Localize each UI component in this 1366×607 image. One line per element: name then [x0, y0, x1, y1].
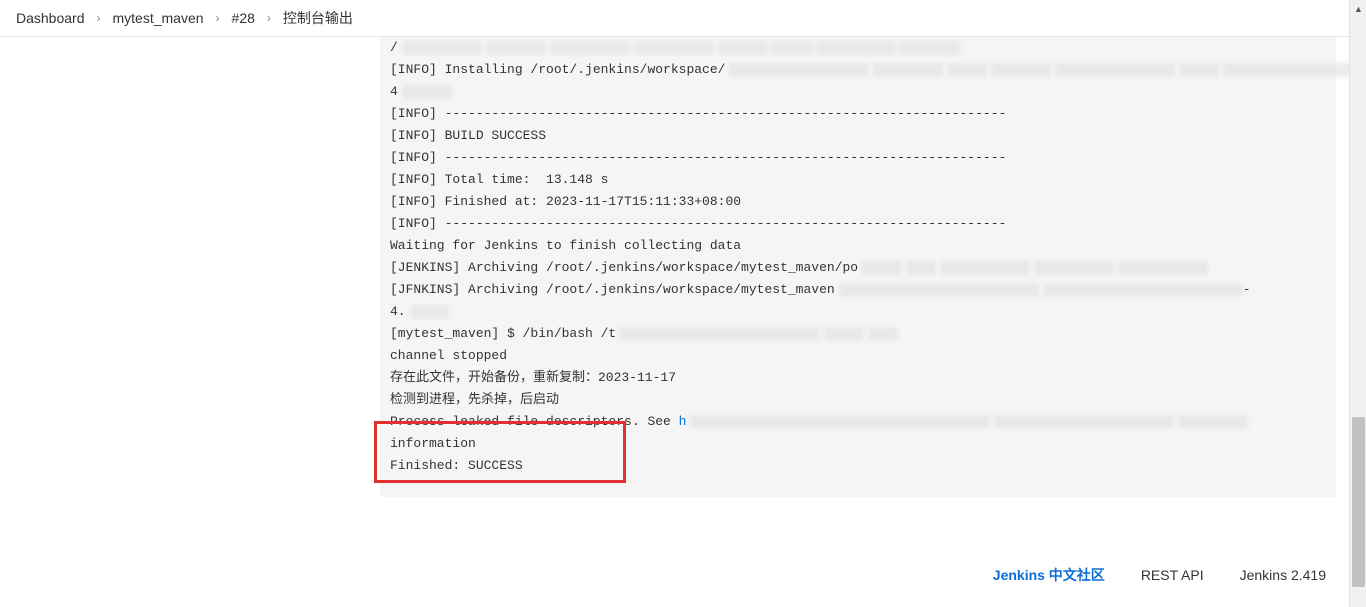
scrollbar-vertical[interactable]: ▲ — [1349, 0, 1366, 607]
breadcrumb-page: 控制台输出 — [283, 8, 353, 28]
chevron-right-icon: › — [216, 11, 220, 25]
console-line: [mytest_maven] $ /bin/bash /t — [390, 323, 1326, 345]
chevron-right-icon: › — [267, 11, 271, 25]
console-line: [INFO] Total time: 13.148 s — [390, 169, 1326, 191]
console-line: [INFO] ---------------------------------… — [390, 103, 1326, 125]
link-fragment[interactable]: h — [679, 414, 687, 429]
redacted-segment — [991, 63, 1051, 77]
redacted-segment — [994, 415, 1174, 429]
redacted-segment — [634, 41, 714, 55]
redacted-segment — [1055, 63, 1175, 77]
redacted-segment — [550, 41, 630, 55]
redacted-segment — [906, 261, 936, 275]
console-line: [INFO] ---------------------------------… — [390, 213, 1326, 235]
redacted-segment — [900, 41, 960, 55]
console-line: Finished: SUCCESS — [390, 455, 1326, 477]
redacted-segment — [839, 283, 1039, 297]
console-line: 4 — [390, 81, 1326, 103]
redacted-segment — [947, 63, 987, 77]
console-line: channel stopped — [390, 345, 1326, 367]
console-line: 存在此文件，开始备份，重新复制：2023-11-17 — [390, 367, 1326, 389]
redacted-segment — [862, 261, 902, 275]
footer-version: Jenkins 2.419 — [1240, 567, 1326, 583]
redacted-segment — [772, 41, 812, 55]
scrollbar-up-icon[interactable]: ▲ — [1350, 0, 1366, 17]
redacted-segment — [1179, 63, 1219, 77]
console-line: / — [390, 37, 1326, 59]
console-line: [INFO] Installing /root/.jenkins/workspa… — [390, 59, 1326, 81]
redacted-segment — [940, 261, 1030, 275]
footer-link-restapi[interactable]: REST API — [1141, 567, 1204, 583]
redacted-segment — [816, 41, 896, 55]
redacted-segment — [1178, 415, 1248, 429]
redacted-segment — [620, 327, 820, 341]
console-line: [JFNKINS] Archiving /root/.jenkins/works… — [390, 279, 1326, 301]
console-line: [JENKINS] Archiving /root/.jenkins/works… — [390, 257, 1326, 279]
redacted-segment — [402, 85, 452, 99]
console-line: Process leaked file descriptors. See h — [390, 411, 1326, 433]
redacted-segment — [1034, 261, 1114, 275]
redacted-segment — [1118, 261, 1208, 275]
redacted-segment — [1043, 283, 1243, 297]
console-line: 检测到进程，先杀掉，后启动 — [390, 389, 1326, 411]
breadcrumb-dashboard[interactable]: Dashboard — [16, 10, 85, 26]
redacted-segment — [486, 41, 546, 55]
console-line: Waiting for Jenkins to finish collecting… — [390, 235, 1326, 257]
footer-link-community[interactable]: Jenkins 中文社区 — [993, 565, 1105, 585]
redacted-segment — [729, 63, 869, 77]
console-line: [INFO] Finished at: 2023-11-17T15:11:33+… — [390, 191, 1326, 213]
breadcrumb: Dashboard › mytest_maven › #28 › 控制台输出 — [0, 0, 1366, 37]
console-line: 4. — [390, 301, 1326, 323]
console-line: [INFO] ---------------------------------… — [390, 147, 1326, 169]
redacted-segment — [873, 63, 943, 77]
breadcrumb-project[interactable]: mytest_maven — [113, 10, 204, 26]
console-output: /[INFO] Installing /root/.jenkins/worksp… — [380, 37, 1336, 497]
console-line: information — [390, 433, 1326, 455]
breadcrumb-build[interactable]: #28 — [232, 10, 255, 26]
chevron-right-icon: › — [97, 11, 101, 25]
redacted-segment — [402, 41, 482, 55]
redacted-segment — [824, 327, 864, 341]
console-line: [INFO] BUILD SUCCESS — [390, 125, 1326, 147]
redacted-segment — [868, 327, 898, 341]
redacted-segment — [690, 415, 990, 429]
redacted-segment — [1223, 63, 1366, 77]
footer: Jenkins 中文社区 REST API Jenkins 2.419 — [993, 565, 1326, 585]
redacted-segment — [718, 41, 768, 55]
scrollbar-thumb[interactable] — [1352, 417, 1365, 587]
redacted-segment — [410, 305, 450, 319]
